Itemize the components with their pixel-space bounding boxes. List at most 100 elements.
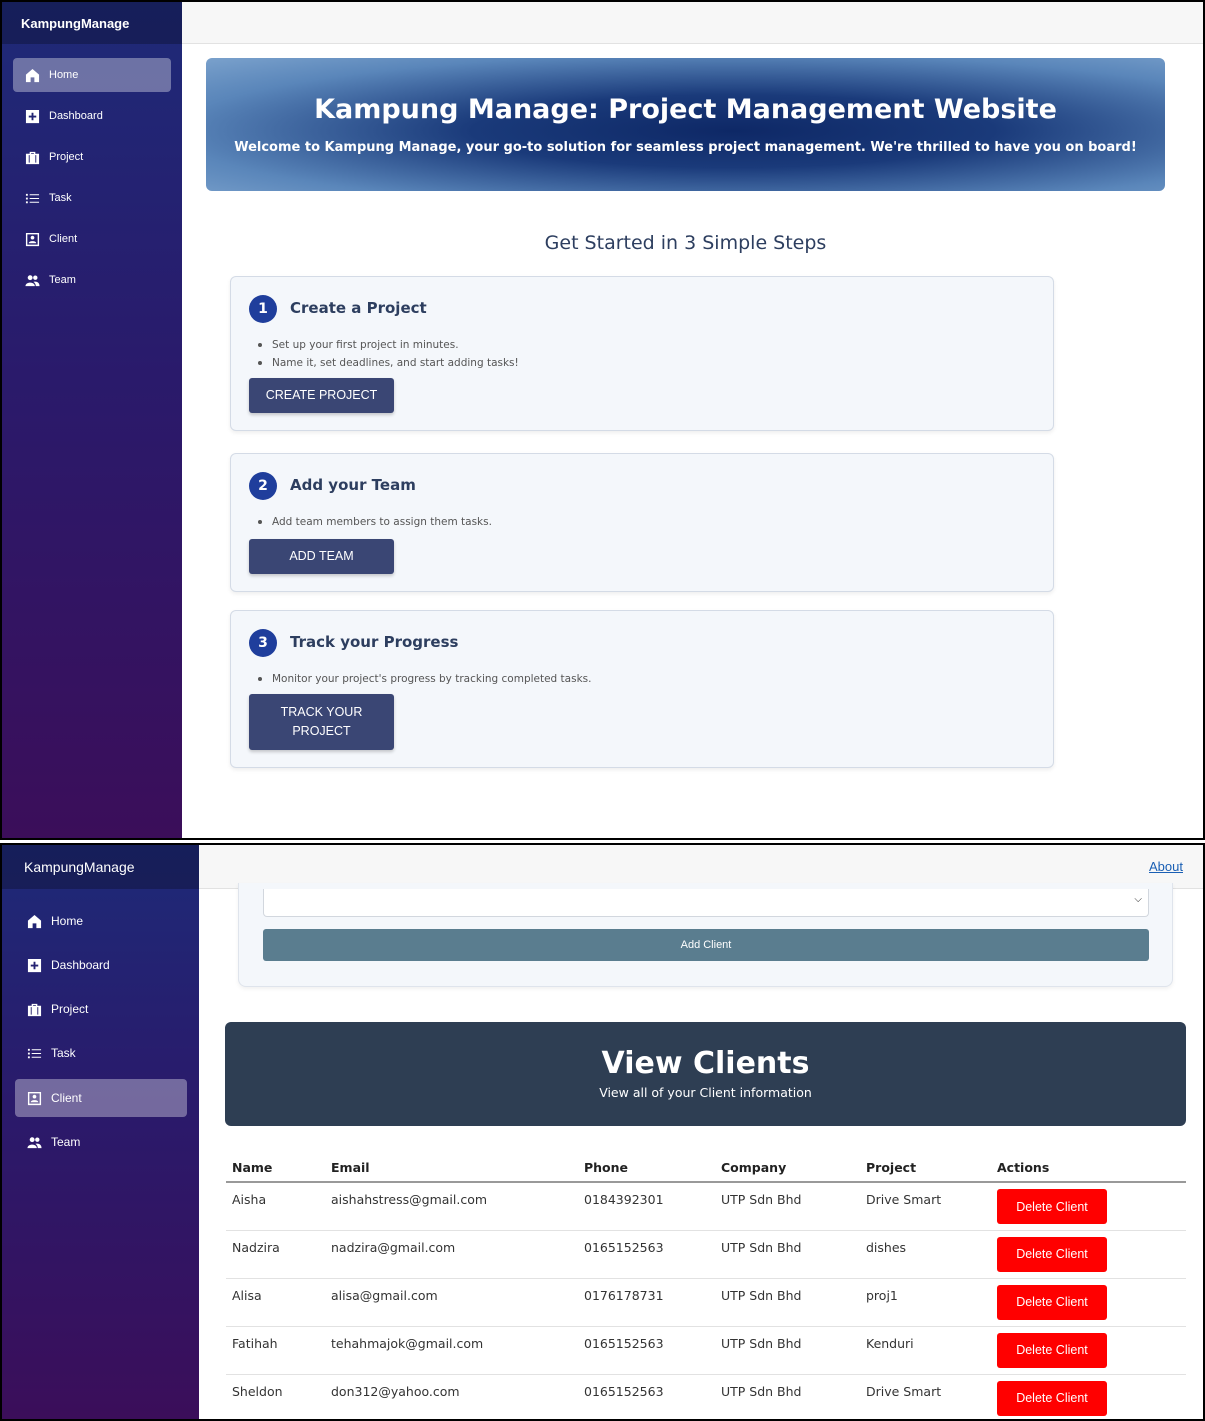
column-header-name: Name	[226, 1154, 325, 1183]
sidebar: KampungManage Home Dashboard Project Tas…	[2, 845, 199, 1419]
sidebar-item-home[interactable]: Home	[15, 902, 187, 940]
table-row: Nadzira nadzira@gmail.com 0165152563 UTP…	[226, 1230, 1186, 1279]
step-title: Add your Team	[290, 476, 416, 494]
sidebar-item-label: Dashboard	[51, 958, 110, 972]
sidebar-item-project[interactable]: Project	[13, 140, 171, 174]
cell-email: don312@yahoo.com	[325, 1374, 578, 1419]
cell-phone: 0176178731	[578, 1278, 715, 1327]
table-row: Sheldon don312@yahoo.com 0165152563 UTP …	[226, 1374, 1186, 1419]
brand-logo[interactable]: KampungManage	[2, 2, 182, 44]
cell-name: Aisha	[226, 1182, 325, 1231]
clients-table: Name Email Phone Company Project Actions…	[226, 1154, 1186, 1419]
delete-client-button[interactable]: Delete Client	[997, 1380, 1107, 1416]
cell-company: UTP Sdn Bhd	[715, 1230, 860, 1279]
brand-logo[interactable]: KampungManage	[2, 845, 199, 889]
sidebar-item-label: Client	[49, 233, 78, 245]
project-select[interactable]: ⌵	[263, 889, 1149, 917]
contact-card-icon	[26, 1090, 42, 1106]
column-header-actions: Actions	[991, 1154, 1186, 1183]
list-icon	[24, 190, 40, 206]
sidebar: KampungManage Home Dashboard Project Tas…	[2, 2, 182, 838]
cell-phone: 0184392301	[578, 1182, 715, 1231]
cell-phone: 0165152563	[578, 1374, 715, 1419]
top-bar	[182, 2, 1203, 44]
sidebar-item-label: Home	[49, 69, 79, 81]
step-title: Track your Progress	[290, 633, 459, 651]
sidebar-item-label: Client	[51, 1091, 82, 1105]
briefcase-icon	[26, 1001, 42, 1017]
step-title: Create a Project	[290, 299, 427, 317]
cell-project: proj1	[860, 1278, 991, 1327]
cell-project: Kenduri	[860, 1326, 991, 1375]
step-card-create-project: 1 Create a Project Set up your first pro…	[230, 276, 1054, 431]
cell-company: UTP Sdn Bhd	[715, 1374, 860, 1419]
step-bullets: Monitor your project's progress by track…	[255, 671, 591, 689]
hero-title: Kampung Manage: Project Management Websi…	[314, 94, 1057, 125]
delete-client-button[interactable]: Delete Client	[997, 1332, 1107, 1368]
sidebar-item-label: Dashboard	[49, 110, 103, 122]
cell-actions: Delete Client	[991, 1182, 1186, 1231]
sidebar-item-dashboard[interactable]: Dashboard	[13, 99, 171, 133]
sidebar-item-label: Project	[51, 1002, 89, 1016]
sidebar-item-project[interactable]: Project	[15, 990, 187, 1028]
cell-phone: 0165152563	[578, 1230, 715, 1279]
delete-client-button[interactable]: Delete Client	[997, 1284, 1107, 1320]
sidebar-item-label: Team	[51, 1135, 81, 1149]
cell-actions: Delete Client	[991, 1230, 1186, 1279]
sidebar-item-label: Home	[51, 914, 84, 928]
cell-phone: 0165152563	[578, 1326, 715, 1375]
add-team-button[interactable]: ADD TEAM	[249, 539, 394, 574]
create-project-button[interactable]: CREATE PROJECT	[249, 378, 394, 413]
sidebar-item-dashboard[interactable]: Dashboard	[15, 946, 187, 984]
people-icon	[26, 1134, 42, 1150]
cell-email: tehahmajok@gmail.com	[325, 1326, 578, 1375]
plus-square-icon	[26, 957, 42, 973]
sidebar-item-home[interactable]: Home	[13, 58, 171, 92]
cell-company: UTP Sdn Bhd	[715, 1182, 860, 1231]
sidebar-item-label: Project	[49, 151, 84, 163]
column-header-phone: Phone	[578, 1154, 715, 1183]
view-clients-banner: View Clients View all of your Client inf…	[225, 1022, 1186, 1126]
page-title: View Clients	[601, 1046, 810, 1081]
cell-actions: Delete Client	[991, 1278, 1186, 1327]
sidebar-item-task[interactable]: Task	[15, 1034, 187, 1072]
column-header-project: Project	[860, 1154, 991, 1183]
table-row: Aisha aishahstress@gmail.com 0184392301 …	[226, 1182, 1186, 1231]
column-header-company: Company	[715, 1154, 860, 1183]
add-client-form: ⌵ Add Client	[238, 883, 1173, 987]
sidebar-item-client[interactable]: Client	[13, 222, 171, 256]
home-screen: KampungManage Home Dashboard Project Tas…	[0, 0, 1205, 840]
add-client-button[interactable]: Add Client	[263, 929, 1149, 961]
track-project-button[interactable]: TRACK YOUR PROJECT	[249, 694, 394, 750]
step-bullets: Set up your first project in minutes. Na…	[255, 337, 519, 373]
delete-client-button[interactable]: Delete Client	[997, 1189, 1107, 1224]
about-link[interactable]: About	[1149, 859, 1183, 874]
people-icon	[24, 272, 40, 288]
sidebar-item-label: Team	[49, 274, 76, 286]
clients-screen: KampungManage Home Dashboard Project Tas…	[0, 843, 1205, 1421]
table-row: Fatihah tehahmajok@gmail.com 0165152563 …	[226, 1326, 1186, 1375]
column-header-email: Email	[325, 1154, 578, 1183]
cell-name: Nadzira	[226, 1230, 325, 1279]
sidebar-item-team[interactable]: Team	[13, 263, 171, 297]
cell-email: aishahstress@gmail.com	[325, 1182, 578, 1231]
home-icon	[26, 913, 42, 929]
sidebar-item-team[interactable]: Team	[15, 1123, 187, 1161]
page-subtitle: View all of your Client information	[599, 1085, 812, 1100]
steps-heading: Get Started in 3 Simple Steps	[544, 232, 827, 254]
cell-name: Sheldon	[226, 1374, 325, 1419]
sidebar-item-label: Task	[49, 192, 72, 204]
step-number: 3	[249, 629, 277, 657]
cell-company: UTP Sdn Bhd	[715, 1278, 860, 1327]
sidebar-item-label: Task	[51, 1046, 76, 1060]
delete-client-button[interactable]: Delete Client	[997, 1236, 1107, 1272]
sidebar-item-task[interactable]: Task	[13, 181, 171, 215]
table-row: Alisa alisa@gmail.com 0176178731 UTP Sdn…	[226, 1278, 1186, 1327]
list-item: Monitor your project's progress by track…	[255, 671, 591, 689]
sidebar-item-client[interactable]: Client	[15, 1079, 187, 1117]
briefcase-icon	[24, 149, 40, 165]
step-card-track-progress: 3 Track your Progress Monitor your proje…	[230, 610, 1054, 768]
list-item: Add team members to assign them tasks.	[255, 514, 492, 532]
hero-banner: Kampung Manage: Project Management Websi…	[206, 58, 1165, 191]
plus-square-icon	[24, 108, 40, 124]
